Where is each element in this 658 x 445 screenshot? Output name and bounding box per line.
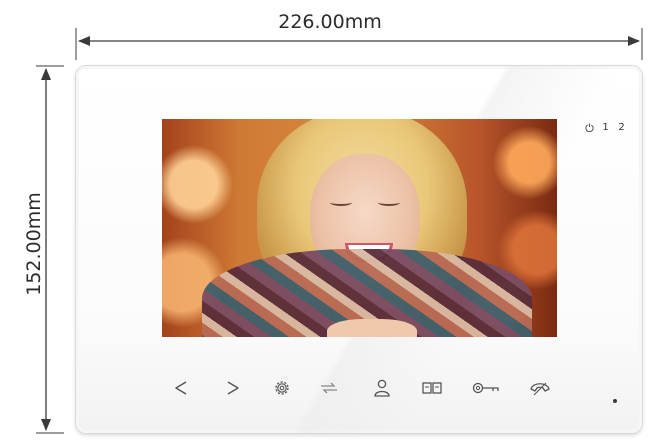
answer-call-button[interactable] <box>528 377 552 399</box>
status-indicators: 1 2 <box>585 122 626 134</box>
settings-gear-icon <box>275 381 289 395</box>
right-arrow-button[interactable] <box>221 377 243 399</box>
power-icon <box>585 123 594 135</box>
status-led <box>613 399 617 403</box>
screen-person-eye <box>378 199 400 206</box>
intercom-icon <box>422 382 442 394</box>
intercom-monitor-device: 1 2 <box>76 66 642 433</box>
line-2-indicator: 2 <box>618 122 625 133</box>
height-dimension-label: 152.00mm <box>23 192 45 296</box>
screen-person-hands <box>327 319 417 337</box>
user-monitor-icon <box>374 379 390 397</box>
intercom-button[interactable] <box>421 377 443 399</box>
settings-button[interactable] <box>271 377 293 399</box>
right-arrow-icon <box>227 381 239 395</box>
screen-person-eye <box>330 199 352 206</box>
left-arrow-icon <box>175 381 187 395</box>
monitor-button[interactable] <box>371 377 393 399</box>
unlock-key-icon <box>472 382 499 394</box>
transfer-icon <box>321 382 337 394</box>
unlock-button[interactable] <box>471 377 501 399</box>
line-1-indicator: 1 <box>602 122 609 133</box>
touch-button-row <box>171 377 556 399</box>
video-screen <box>162 119 557 337</box>
transfer-button[interactable] <box>318 377 340 399</box>
phone-handset-icon <box>530 382 550 396</box>
left-arrow-button[interactable] <box>171 377 193 399</box>
width-dimension-label: 226.00mm <box>278 11 382 33</box>
